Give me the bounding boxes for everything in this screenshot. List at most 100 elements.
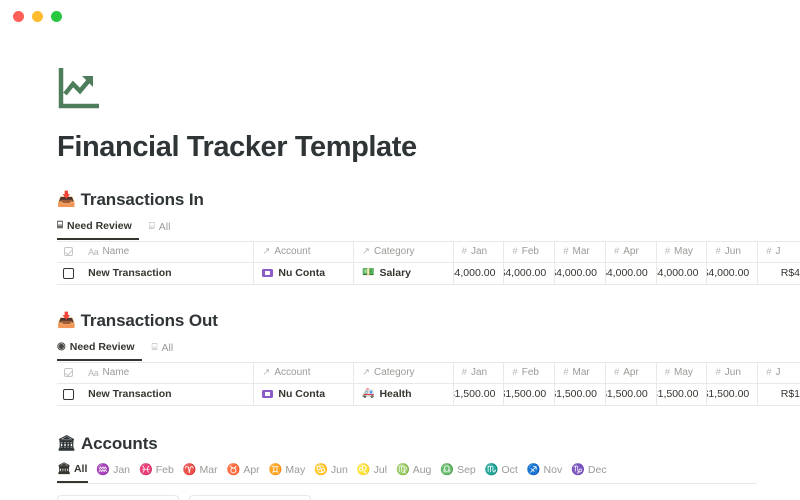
tab-accounts-sep[interactable]: ♎ Sep <box>440 461 476 483</box>
tab-label: Jun <box>330 464 348 477</box>
aquarius-icon: ♒ <box>96 463 111 476</box>
view-tabs-transactions-out: ◉ Need Review ⌸ All <box>57 339 800 361</box>
column-header-checkbox[interactable] <box>57 242 80 262</box>
column-header-may[interactable]: # May <box>657 241 708 262</box>
tab-label: All <box>73 463 88 476</box>
tab-label: Oct <box>501 464 518 477</box>
filled-circle-icon: ◉ <box>57 341 66 353</box>
tab-label: Feb <box>155 464 174 477</box>
cell-name[interactable]: New Transaction <box>80 383 255 405</box>
column-header-category[interactable]: ↗ Category <box>354 362 454 383</box>
column-header-mar[interactable]: # Mar <box>555 362 606 383</box>
cell-jan[interactable]: R$1,500.00 <box>454 383 505 405</box>
tab-transactions-out-need-review[interactable]: ◉ Need Review <box>57 339 142 361</box>
number-icon: # <box>664 246 671 258</box>
tab-accounts-oct[interactable]: ♏ Oct <box>485 461 519 483</box>
tab-accounts-all[interactable]: 🏛 All <box>57 461 89 483</box>
tab-accounts-apr[interactable]: ♉ Apr <box>227 461 261 483</box>
page-content: Financial Tracker Template 📥 Transaction… <box>0 32 800 500</box>
inbox-tray-icon: 📥 <box>57 312 76 330</box>
column-header-jan[interactable]: # Jan <box>454 362 505 383</box>
column-header-feb[interactable]: # Feb <box>504 362 556 383</box>
table-row[interactable]: New Transaction Nu Conta 🚑 Health R$1,50… <box>57 383 800 406</box>
column-header-jul[interactable]: # J <box>758 242 800 262</box>
column-header-feb[interactable]: # Feb <box>504 241 556 262</box>
tab-accounts-aug[interactable]: ♍ Aug <box>396 461 432 483</box>
cell-category[interactable]: 🚑 Health <box>354 383 454 405</box>
tab-accounts-jul[interactable]: ♌ Jul <box>357 461 388 483</box>
column-header-label: Category <box>373 246 415 258</box>
cell-value: R$4,000.00 <box>657 267 699 280</box>
account-card-nu-conta[interactable]: Nu Conta <box>189 494 311 500</box>
account-card-nu-ultravioleta[interactable]: Nu Ultravioleta <box>57 494 179 500</box>
table-row[interactable]: New Transaction Nu Conta 💵 Salary R$4,00… <box>57 262 800 285</box>
column-header-jun[interactable]: # Jun <box>707 362 759 383</box>
cell-feb[interactable]: R$1,500.00 <box>504 383 556 405</box>
tab-label: Nov <box>543 464 563 477</box>
column-header-account[interactable]: ↗ Account <box>254 241 355 262</box>
column-header-mar[interactable]: # Mar <box>555 241 606 262</box>
cell-jul[interactable]: R$4 <box>758 263 800 284</box>
leo-icon: ♌ <box>356 463 371 476</box>
column-header-may[interactable]: # May <box>657 362 708 383</box>
cell-account[interactable]: Nu Conta <box>254 262 355 284</box>
tab-label: Jul <box>373 464 387 477</box>
tab-accounts-jun[interactable]: ♋ Jun <box>314 461 349 483</box>
close-window-button[interactable] <box>13 10 24 22</box>
tab-accounts-jan[interactable]: ♒ Jan <box>96 461 131 483</box>
number-icon: # <box>766 367 772 379</box>
cell-feb[interactable]: R$4,000.00 <box>504 262 556 284</box>
column-header-apr[interactable]: # Apr <box>606 241 657 262</box>
column-header-jun[interactable]: # Jun <box>707 241 759 262</box>
tab-accounts-feb[interactable]: ♓ Feb <box>139 461 175 483</box>
tab-transactions-out-all[interactable]: ⌸ All <box>152 339 181 361</box>
ambulance-icon: 🚑 <box>362 388 375 400</box>
cell-mar[interactable]: R$1,500.00 <box>555 383 606 405</box>
cell-jun[interactable]: R$4,000.00 <box>707 262 759 284</box>
cell-account[interactable]: Nu Conta <box>254 383 355 405</box>
number-icon: # <box>613 367 620 379</box>
number-icon: # <box>613 246 620 258</box>
column-header-label: Jun <box>724 246 741 258</box>
column-header-checkbox[interactable] <box>57 363 80 383</box>
column-header-name[interactable]: Aa Name <box>80 241 255 262</box>
credit-card-icon <box>262 269 274 278</box>
cell-value: Health <box>379 388 412 401</box>
relation-arrow-icon: ↗ <box>362 246 370 258</box>
tab-accounts-may[interactable]: ♊ May <box>269 461 307 483</box>
tab-accounts-nov[interactable]: ♐ Nov <box>527 461 563 483</box>
cell-category[interactable]: 💵 Salary <box>354 262 454 284</box>
cell-jan[interactable]: R$4,000.00 <box>454 262 505 284</box>
relation-arrow-icon: ↗ <box>262 367 271 379</box>
scorpio-icon: ♏ <box>484 463 499 476</box>
column-header-name[interactable]: Aa Name <box>80 362 255 383</box>
column-header-label: Apr <box>623 246 639 258</box>
view-tabs-transactions-in: ⌸ Need Review ⌸ All <box>57 218 800 240</box>
cell-value: R$1,500.00 <box>707 388 750 401</box>
zoom-window-button[interactable] <box>51 10 62 22</box>
column-header-jan[interactable]: # Jan <box>454 241 505 262</box>
cell-may[interactable]: R$1,500.00 <box>657 383 708 405</box>
column-header-account[interactable]: ↗ Account <box>254 362 355 383</box>
cell-name[interactable]: New Transaction <box>80 262 255 284</box>
column-header-category[interactable]: ↗ Category <box>354 241 454 262</box>
cell-apr[interactable]: R$1,500.00 <box>606 383 657 405</box>
gemini-icon: ♊ <box>268 463 283 476</box>
number-icon: # <box>461 367 467 379</box>
tab-accounts-dec[interactable]: ♑ Dec <box>571 461 607 483</box>
cell-apr[interactable]: R$4,000.00 <box>606 262 657 284</box>
tab-transactions-in-need-review[interactable]: ⌸ Need Review <box>57 218 139 240</box>
minimize-window-button[interactable] <box>32 10 43 22</box>
capricorn-icon: ♑ <box>571 463 585 476</box>
column-header-jul[interactable]: # J <box>758 363 800 383</box>
tab-accounts-mar[interactable]: ♈ Mar <box>183 461 219 483</box>
row-checkbox[interactable] <box>57 263 80 284</box>
cell-mar[interactable]: R$4,000.00 <box>555 262 606 284</box>
row-checkbox[interactable] <box>57 384 80 405</box>
column-header-apr[interactable]: # Apr <box>606 362 657 383</box>
tab-transactions-in-all[interactable]: ⌸ All <box>149 218 178 240</box>
cell-jul[interactable]: R$1 <box>758 384 800 405</box>
cell-jun[interactable]: R$1,500.00 <box>707 383 759 405</box>
checkbox-icon <box>63 267 75 279</box>
cell-may[interactable]: R$4,000.00 <box>657 262 708 284</box>
